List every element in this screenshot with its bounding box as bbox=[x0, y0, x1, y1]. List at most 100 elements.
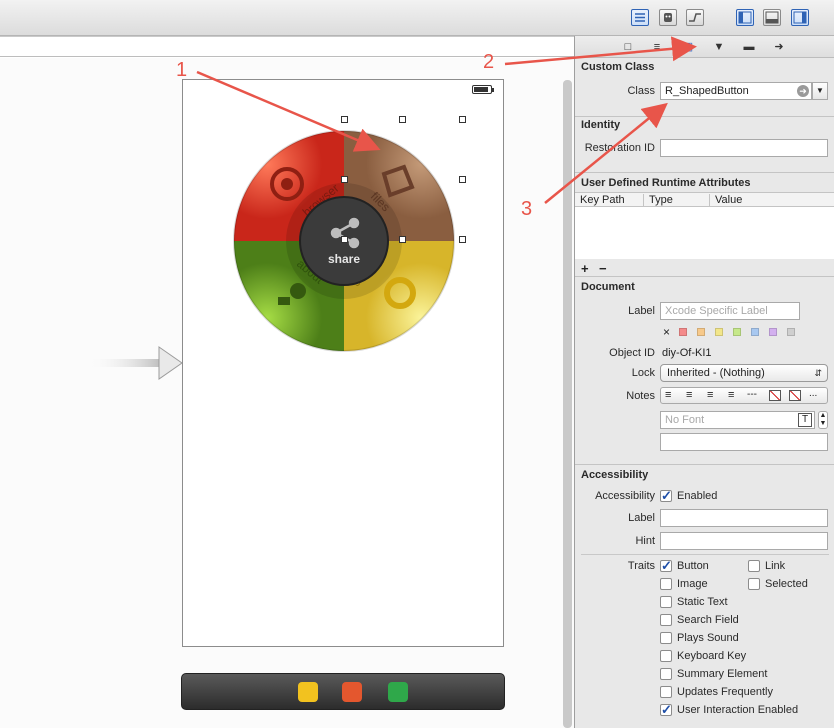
view-controller-scene[interactable]: browser files about settings share bbox=[182, 79, 504, 647]
trait-plays-sound-checkbox[interactable] bbox=[660, 632, 672, 644]
trait-link-checkbox[interactable] bbox=[748, 560, 760, 572]
attributes-table-header: Key Path Type Value bbox=[575, 192, 834, 207]
font-picker-icon[interactable]: T bbox=[798, 413, 812, 427]
class-label: Class bbox=[627, 85, 655, 97]
first-responder-icon[interactable] bbox=[298, 682, 318, 702]
utilities-toggle-icon[interactable] bbox=[791, 9, 809, 26]
lock-popup[interactable]: Inherited - (Nothing) ⇵ bbox=[660, 364, 828, 382]
background-color-icon[interactable] bbox=[789, 390, 801, 401]
document-label-field[interactable]: Xcode Specific Label bbox=[660, 302, 800, 320]
trait-label: Keyboard Key bbox=[677, 650, 747, 662]
traits-divider bbox=[581, 554, 829, 555]
canvas-scrollbar[interactable] bbox=[563, 80, 572, 728]
class-goto-arrow-icon[interactable]: ➜ bbox=[797, 85, 809, 97]
resize-handle[interactable] bbox=[399, 116, 406, 123]
lock-value: Inherited - (Nothing) bbox=[667, 367, 765, 379]
trait-selected-checkbox[interactable] bbox=[748, 578, 760, 590]
battery-icon bbox=[472, 85, 492, 94]
clear-label-color-icon[interactable]: × bbox=[663, 325, 670, 339]
trait-label: Image bbox=[677, 578, 708, 590]
resize-handle[interactable] bbox=[459, 116, 466, 123]
blue-label-color[interactable] bbox=[751, 328, 759, 336]
yellow-label-color[interactable] bbox=[715, 328, 723, 336]
accessibility-label-field[interactable] bbox=[660, 509, 828, 527]
accessibility-hint-field[interactable] bbox=[660, 532, 828, 550]
trait-summary-element-checkbox[interactable] bbox=[660, 668, 672, 680]
custom-class-section: Custom Class Class R_ShapedButton ➜ ▼ bbox=[575, 58, 834, 116]
attributes-table[interactable] bbox=[575, 207, 834, 259]
font-field[interactable]: No Font bbox=[660, 411, 815, 429]
notes-text-field[interactable] bbox=[660, 433, 828, 451]
red-label-color[interactable] bbox=[679, 328, 687, 336]
standard-editor-icon[interactable] bbox=[631, 9, 649, 26]
runtime-attributes-section: User Defined Runtime Attributes Key Path… bbox=[575, 172, 834, 276]
debug-area-toggle-icon[interactable] bbox=[763, 9, 781, 26]
more-options-button[interactable]: ... bbox=[809, 388, 817, 399]
trait-image-checkbox[interactable] bbox=[660, 578, 672, 590]
gray-label-color[interactable] bbox=[787, 328, 795, 336]
object-id-value: diy-Of-KI1 bbox=[662, 347, 712, 359]
add-attribute-button[interactable]: + bbox=[581, 261, 589, 276]
type-column[interactable]: Type bbox=[643, 194, 673, 206]
resize-handle[interactable] bbox=[399, 236, 406, 243]
trait-label: Static Text bbox=[677, 596, 728, 608]
connections-inspector-icon[interactable]: ➜ bbox=[772, 40, 786, 54]
trait-label: Updates Frequently bbox=[677, 686, 773, 698]
align-left-icon[interactable]: ≡ bbox=[665, 389, 671, 401]
annotation-number-3: 3 bbox=[521, 198, 533, 220]
accessibility-hint-label: Hint bbox=[635, 535, 655, 547]
restoration-id-field[interactable] bbox=[660, 139, 828, 157]
section-title: Custom Class bbox=[581, 61, 655, 73]
justify-icon[interactable]: ≡ bbox=[728, 389, 734, 401]
trait-label: Button bbox=[677, 560, 709, 572]
key-path-column[interactable]: Key Path bbox=[580, 194, 625, 206]
trait-label: Search Field bbox=[677, 614, 739, 626]
align-right-icon[interactable]: ≡ bbox=[707, 389, 713, 401]
accessibility-label: Accessibility bbox=[595, 490, 655, 502]
quick-help-icon[interactable]: ≡ bbox=[650, 40, 664, 54]
font-size-stepper[interactable]: ▲ ▼ bbox=[818, 411, 828, 429]
trait-button-checkbox[interactable] bbox=[660, 558, 672, 574]
scene-dock bbox=[181, 673, 505, 710]
trait-keyboard-key-checkbox[interactable] bbox=[660, 650, 672, 662]
identity-inspector-icon[interactable]: ▤ bbox=[681, 40, 695, 54]
green-label-color[interactable] bbox=[733, 328, 741, 336]
section-title: Accessibility bbox=[581, 469, 649, 481]
resize-handle[interactable] bbox=[341, 236, 348, 243]
trait-static-text-checkbox[interactable] bbox=[660, 596, 672, 608]
attributes-inspector-icon[interactable]: ▼ bbox=[712, 40, 726, 54]
object-id-label: Object ID bbox=[609, 347, 655, 359]
view-controller-icon[interactable] bbox=[388, 682, 408, 702]
value-column[interactable]: Value bbox=[709, 194, 742, 206]
resize-handle[interactable] bbox=[459, 176, 466, 183]
natural-align-icon[interactable]: --- bbox=[747, 389, 757, 400]
remove-attribute-button[interactable]: − bbox=[599, 261, 607, 276]
identity-section: Identity Restoration ID bbox=[575, 116, 834, 172]
traits-label: Traits bbox=[627, 560, 655, 572]
trait-updates-frequently-checkbox[interactable] bbox=[660, 686, 672, 698]
class-dropdown-button[interactable]: ▼ bbox=[812, 82, 828, 100]
size-inspector-icon[interactable]: ▬ bbox=[742, 40, 756, 54]
trait-label: Summary Element bbox=[677, 668, 768, 680]
purple-label-color[interactable] bbox=[769, 328, 777, 336]
resize-handle[interactable] bbox=[341, 176, 348, 183]
initial-scene-arrow-icon bbox=[85, 346, 183, 380]
utilities-inspector: □ ≡ ▤ ▼ ▬ ➜ Custom Class Class R_ShapedB… bbox=[574, 36, 834, 728]
navigator-toggle-icon[interactable] bbox=[736, 9, 754, 26]
popup-arrows-icon: ⇵ bbox=[814, 368, 822, 378]
trait-search-field-checkbox[interactable] bbox=[660, 614, 672, 626]
orange-label-color[interactable] bbox=[697, 328, 705, 336]
text-color-icon[interactable] bbox=[769, 390, 781, 401]
trait-user-interaction-checkbox[interactable] bbox=[660, 702, 672, 718]
file-inspector-icon[interactable]: □ bbox=[621, 40, 635, 54]
accessibility-enabled-checkbox[interactable] bbox=[660, 488, 672, 504]
resize-handle[interactable] bbox=[341, 116, 348, 123]
exit-icon[interactable] bbox=[342, 682, 362, 702]
align-center-icon[interactable]: ≡ bbox=[686, 389, 692, 401]
trait-label: User Interaction Enabled bbox=[677, 704, 799, 716]
class-field[interactable]: R_ShapedButton bbox=[660, 82, 812, 100]
share-label: share bbox=[328, 252, 360, 266]
version-editor-icon[interactable] bbox=[686, 9, 704, 26]
resize-handle[interactable] bbox=[459, 236, 466, 243]
assistant-editor-icon[interactable] bbox=[659, 9, 677, 26]
